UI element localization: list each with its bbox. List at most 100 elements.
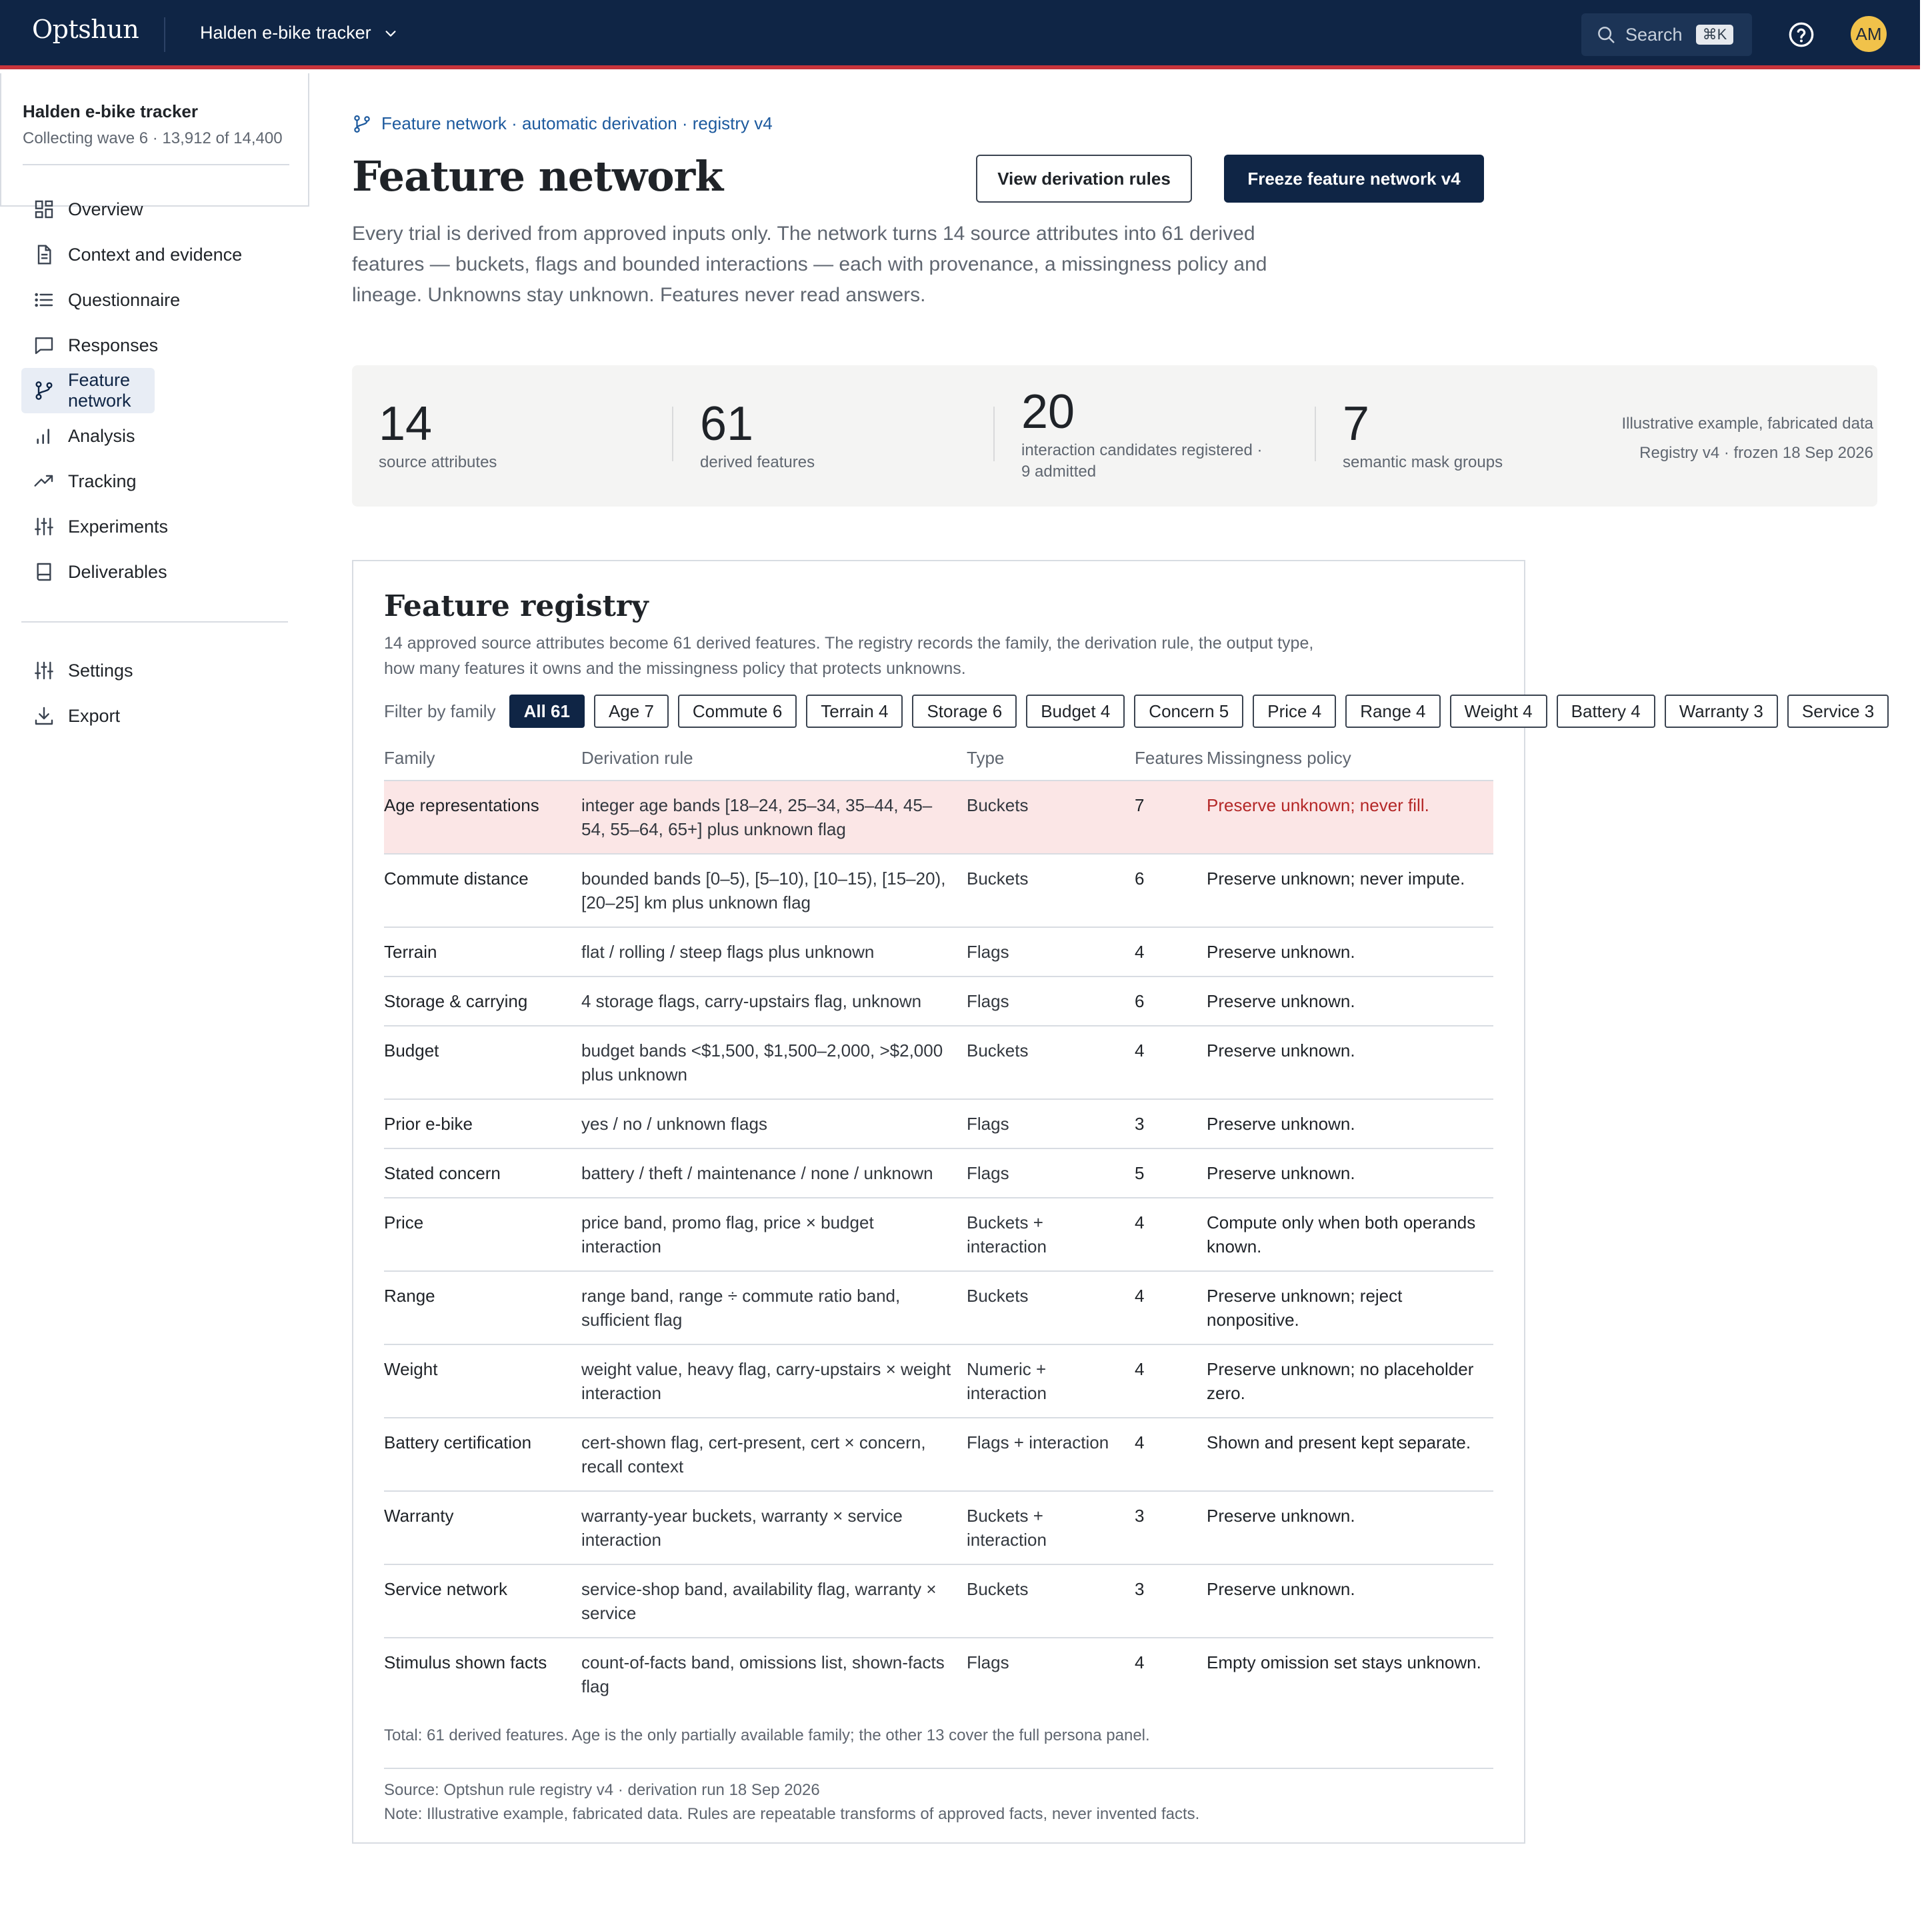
sidebar-item-context-and-evidence[interactable]: Context and evidence (21, 232, 288, 277)
table-row[interactable]: Warranty warranty-year buckets, warranty… (384, 1492, 1493, 1565)
column-header-missingness-policy[interactable]: Missingness policy (1207, 748, 1493, 780)
search-shortcut: ⌘K (1695, 25, 1734, 45)
cell-features: 4 (1135, 1432, 1145, 1452)
filter-chip-service[interactable]: Service 3 (1787, 695, 1889, 728)
feature-registry-table: Family Derivation rule Type Features Mis… (384, 743, 1493, 1712)
cell-rule: weight value, heavy flag, carry-upstairs… (581, 1359, 951, 1403)
cell-policy: Preserve unknown; never fill. (1207, 795, 1429, 815)
sidebar-item-experiments[interactable]: Experiments (21, 504, 288, 549)
table-row[interactable]: Prior e-bike yes / no / unknown flags Fl… (384, 1100, 1493, 1149)
stat-divider (993, 407, 995, 461)
view-derivation-rules-button[interactable]: View derivation rules (976, 155, 1192, 203)
sidebar-nav: Overview Context and evidence Questionna… (21, 187, 288, 739)
sidebar-divider (21, 621, 288, 623)
table-row[interactable]: Battery certification cert-shown flag, c… (384, 1418, 1493, 1492)
table-row[interactable]: Age representations integer age bands [1… (384, 781, 1493, 855)
project-meta: Collecting wave 6 · 13,912 of 14,400 (23, 129, 283, 147)
filter-chip-concern[interactable]: Concern 5 (1134, 695, 1244, 728)
table-row[interactable]: Service network service-shop band, avail… (384, 1565, 1493, 1638)
stat-value: 20 (1021, 385, 1075, 439)
help-icon[interactable] (1788, 21, 1815, 48)
filter-chip-budget[interactable]: Budget 4 (1026, 695, 1125, 728)
filter-chip-all[interactable]: All 61 (509, 695, 585, 728)
sidebar-item-label: Analysis (68, 425, 135, 446)
sidebar-item-analysis[interactable]: Analysis (21, 413, 288, 459)
table-row[interactable]: Weight weight value, heavy flag, carry-u… (384, 1345, 1493, 1418)
filter-chip-warranty[interactable]: Warranty 3 (1664, 695, 1778, 728)
stat-label: derived features (700, 453, 815, 471)
freeze-feature-network-button[interactable]: Freeze feature network v4 (1224, 155, 1484, 203)
sidebar-item-feature-network[interactable]: Feature network (21, 368, 155, 413)
table-row[interactable]: Stated concern battery / theft / mainten… (384, 1149, 1493, 1198)
sidebar-item-settings[interactable]: Settings (21, 648, 288, 693)
cell-rule: budget bands <$1,500, $1,500–2,000, >$2,… (581, 1040, 943, 1084)
sidebar-item-label: Tracking (68, 471, 137, 491)
stat-divider (1315, 407, 1316, 461)
sliders-icon (35, 517, 53, 536)
cell-family: Age representations (384, 795, 539, 815)
table-row[interactable]: Range range band, range ÷ commute ratio … (384, 1272, 1493, 1345)
cell-rule: count-of-facts band, omissions list, sho… (581, 1652, 945, 1696)
filter-chip-weight[interactable]: Weight 4 (1449, 695, 1547, 728)
cell-type: Buckets (967, 795, 1029, 815)
sidebar-item-overview[interactable]: Overview (21, 187, 288, 232)
cell-type: Flags + interaction (967, 1432, 1109, 1452)
table-header: Family Derivation rule Type Features Mis… (384, 743, 1493, 781)
brand-divider (164, 17, 165, 52)
sidebar-item-deliverables[interactable]: Deliverables (21, 549, 288, 595)
sidebar-item-responses[interactable]: Responses (21, 323, 288, 368)
cell-features: 3 (1135, 1114, 1145, 1134)
cell-family: Prior e-bike (384, 1114, 473, 1134)
branch-icon (354, 115, 370, 133)
cell-rule: yes / no / unknown flags (581, 1114, 767, 1134)
cell-family: Commute distance (384, 869, 529, 889)
column-header-derivation-rule[interactable]: Derivation rule (581, 748, 967, 780)
avatar[interactable]: AM (1851, 16, 1887, 52)
sidebar-item-label: Settings (68, 660, 133, 681)
table-row[interactable]: Storage & carrying 4 storage flags, carr… (384, 977, 1493, 1026)
column-header-family[interactable]: Family (384, 748, 581, 780)
search-icon (1598, 27, 1615, 43)
cell-family: Battery certification (384, 1432, 532, 1452)
project-name: Halden e-bike tracker (23, 101, 199, 121)
table-row[interactable]: Price price band, promo flag, price × bu… (384, 1198, 1493, 1272)
cell-rule: range band, range ÷ commute ratio band, … (581, 1286, 901, 1330)
sidebar-item-export[interactable]: Export (21, 693, 288, 739)
project-switcher-label: Halden e-bike tracker (200, 23, 371, 43)
filter-chip-price[interactable]: Price 4 (1253, 695, 1337, 728)
cell-policy: Shown and present kept separate. (1207, 1432, 1471, 1452)
sidebar-item-questionnaire[interactable]: Questionnaire (21, 277, 288, 323)
stat-value: 61 (700, 397, 754, 451)
cell-policy: Preserve unknown. (1207, 1506, 1355, 1526)
cell-type: Flags (967, 1652, 1009, 1672)
stats-note-line: Registry v4 · frozen 18 Sep 2026 (1639, 444, 1873, 462)
filter-chip-terrain[interactable]: Terrain 4 (806, 695, 903, 728)
cell-rule: service-shop band, availability flag, wa… (581, 1579, 937, 1623)
search-button[interactable]: Search ⌘K (1581, 13, 1752, 56)
filter-chip-age[interactable]: Age 7 (593, 695, 669, 728)
table-row[interactable]: Commute distance bounded bands [0–5), [5… (384, 855, 1493, 928)
book-icon (37, 563, 51, 581)
filter-chip-commute[interactable]: Commute 6 (677, 695, 797, 728)
search-label: Search (1625, 24, 1683, 45)
brand-logo[interactable]: Optshun (32, 15, 139, 44)
sidebar-item-tracking[interactable]: Tracking (21, 459, 288, 504)
filter-chip-battery[interactable]: Battery 4 (1556, 695, 1655, 728)
list-icon (35, 293, 53, 307)
stat-label: interaction candidates registered · (1021, 441, 1263, 459)
registry-source: Source: Optshun rule registry v4 · deriv… (384, 1781, 820, 1799)
footer-divider (384, 1768, 1493, 1769)
breadcrumb[interactable]: Feature network · automatic derivation ·… (352, 113, 773, 134)
cell-type: Flags (967, 1114, 1009, 1134)
filter-chip-storage[interactable]: Storage 6 (912, 695, 1017, 728)
filter-chip-range[interactable]: Range 4 (1345, 695, 1441, 728)
grid-icon (35, 200, 53, 219)
column-header-features[interactable]: Features (1135, 748, 1207, 780)
cell-type: Buckets (967, 1286, 1029, 1306)
column-header-type[interactable]: Type (967, 748, 1135, 780)
project-switcher[interactable]: Halden e-bike tracker (200, 23, 398, 43)
table-row[interactable]: Budget budget bands <$1,500, $1,500–2,00… (384, 1026, 1493, 1100)
table-row[interactable]: Stimulus shown facts count-of-facts band… (384, 1638, 1493, 1712)
cell-features: 4 (1135, 1652, 1145, 1672)
table-row[interactable]: Terrain flat / rolling / steep flags plu… (384, 928, 1493, 977)
